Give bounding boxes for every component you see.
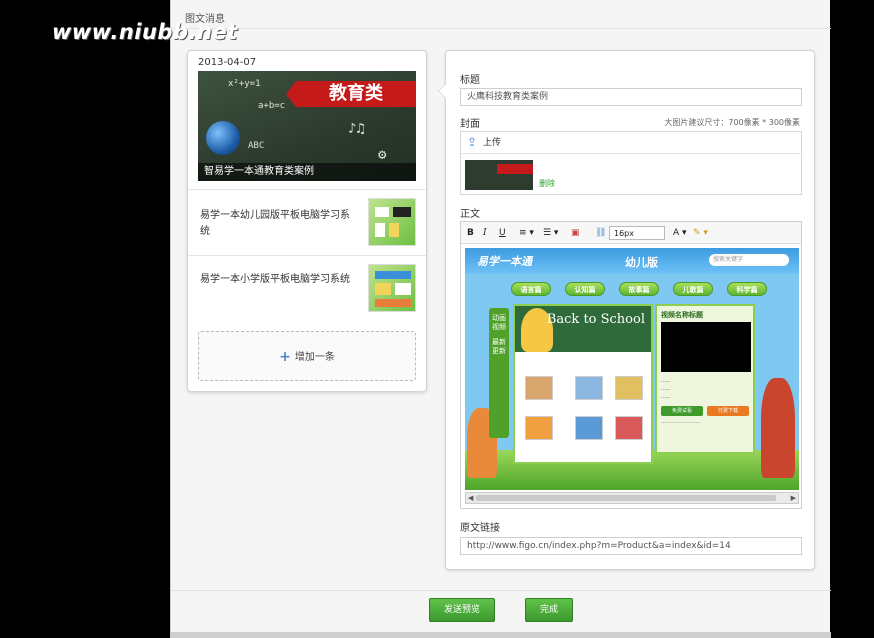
chalk-doodle: a+b=c xyxy=(258,101,286,111)
watermark: www.niubb.net xyxy=(52,20,238,44)
banner-text: Back to School xyxy=(546,312,645,327)
article-date: 2013-04-07 xyxy=(198,57,257,68)
delete-cover-link[interactable]: 删除 xyxy=(539,178,555,189)
list-item[interactable]: 易学一本幼儿园版平板电脑学习系统 xyxy=(188,189,426,255)
send-preview-button[interactable]: 发送预览 xyxy=(429,598,495,622)
video-tile xyxy=(575,376,603,400)
site-main-content: Back to School xyxy=(513,304,653,464)
divider xyxy=(171,590,831,591)
embedded-screenshot: 易学一本通 幼儿版 搜索关键字 语言篇 认知篇 故事篇 儿歌篇 科学篇 动画 视频… xyxy=(465,248,799,490)
upload-label: 上传 xyxy=(483,138,502,148)
plus-icon: + xyxy=(279,349,291,365)
link-icon[interactable]: ⛓ xyxy=(595,226,606,240)
ordered-list-button[interactable]: ≡ ▾ xyxy=(519,226,534,240)
gear-icon: ⚙ xyxy=(378,147,387,163)
unordered-list-button[interactable]: ☰ ▾ xyxy=(543,226,558,240)
cover-caption: 智易学一本通教育类案例 xyxy=(198,163,416,181)
nav-pill: 儿歌篇 xyxy=(673,282,713,296)
title-input[interactable]: 火鹰科技教育类案例 xyxy=(460,88,802,106)
scroll-right-icon[interactable]: ▶ xyxy=(791,493,796,503)
scroll-left-icon[interactable]: ◀ xyxy=(468,493,473,503)
font-size-select[interactable]: 16px xyxy=(609,226,665,240)
site-search-input: 搜索关键字 xyxy=(709,254,789,266)
body-label: 正文 xyxy=(460,209,480,220)
title-label: 标题 xyxy=(460,75,480,86)
nav-pill: 故事篇 xyxy=(619,282,659,296)
upload-icon: ⇪ xyxy=(466,135,478,149)
divider xyxy=(171,28,831,29)
category-ribbon: 教育类 xyxy=(286,81,416,107)
list-item-title: 易学一本幼儿园版平板电脑学习系统 xyxy=(200,210,350,237)
editor-toolbar: B I U ≡ ▾ ☰ ▾ ▣ ⛓ 16px A ▾ ✎ ▾ xyxy=(461,222,801,244)
back-to-school-banner: Back to School xyxy=(515,306,651,352)
add-article-button[interactable]: + 增加一条 xyxy=(198,331,416,381)
bold-button[interactable]: B xyxy=(467,226,474,240)
add-article-label: 增加一条 xyxy=(294,352,335,363)
cover-size-hint: 大图片建议尺寸：700像素 * 300像素 xyxy=(664,118,800,127)
site-header: 易学一本通 幼儿版 搜索关键字 xyxy=(465,248,799,274)
video-meta: ······ ······ ······ xyxy=(661,379,671,401)
rich-text-editor[interactable]: B I U ≡ ▾ ☰ ▾ ▣ ⛓ 16px A ▾ ✎ ▾ 易学一本通 幼儿版… xyxy=(460,221,802,509)
nav-pill: 认知篇 xyxy=(565,282,605,296)
video-tile xyxy=(525,376,553,400)
video-tile xyxy=(575,416,603,440)
site-sidebar: 动画 视频 最新 更新 xyxy=(489,308,509,438)
video-tile xyxy=(615,376,643,400)
nav-pill: 科学篇 xyxy=(727,282,767,296)
italic-button[interactable]: I xyxy=(483,226,487,240)
done-button[interactable]: 完成 xyxy=(525,598,573,622)
list-item-thumbnail xyxy=(368,198,416,246)
article-edit-panel: 标题 火鹰科技教育类案例 封面 大图片建议尺寸：700像素 * 300像素 ⇪ … xyxy=(438,50,815,570)
underline-button[interactable]: U xyxy=(499,226,506,240)
chalk-doodle: ABC xyxy=(248,141,265,151)
cartoon-character xyxy=(761,378,795,478)
site-version: 幼儿版 xyxy=(625,256,658,269)
image-icon[interactable]: ▣ xyxy=(571,226,580,240)
list-item-title: 易学一本小学版平板电脑学习系统 xyxy=(200,274,350,285)
site-logo: 易学一本通 xyxy=(477,255,532,268)
frame-bottom-bar xyxy=(171,632,831,638)
article-list-panel: 2013-04-07 x²+y=1 a+b=c ABC ♪♫ ⚙ 教育类 智易学… xyxy=(187,50,427,392)
source-link-input[interactable]: http://www.figo.cn/index.php?m=Product&a… xyxy=(460,537,802,555)
scrollbar-thumb[interactable] xyxy=(476,495,776,501)
video-description: ························· xyxy=(661,420,701,426)
source-link-label: 原文链接 xyxy=(460,523,500,534)
video-tile xyxy=(525,416,553,440)
site-nav: 语言篇 认知篇 故事篇 儿歌篇 科学篇 xyxy=(465,278,799,300)
cover-thumbnail xyxy=(465,160,533,190)
nav-pill: 语言篇 xyxy=(511,282,551,296)
free-preview-button: 免费试看 xyxy=(661,406,703,416)
upload-button[interactable]: ⇪ 上传 xyxy=(461,132,801,154)
cover-upload-area: ⇪ 上传 删除 xyxy=(460,131,802,195)
video-player xyxy=(661,322,751,372)
highlight-button[interactable]: ✎ ▾ xyxy=(693,226,708,240)
video-detail-box: 视频名称标题 ······ ······ ······ 免费试看 付费下载 ····… xyxy=(655,304,755,454)
cover-label: 封面 xyxy=(460,119,480,130)
editor-horizontal-scrollbar[interactable]: ◀ ▶ xyxy=(465,492,799,504)
chalk-doodle: x²+y=1 xyxy=(228,79,261,89)
globe-icon xyxy=(206,121,240,155)
video-title: 视频名称标题 xyxy=(661,311,703,319)
main-article-cover[interactable]: x²+y=1 a+b=c ABC ♪♫ ⚙ 教育类 智易学一本通教育类案例 xyxy=(198,71,416,181)
paid-download-button: 付费下载 xyxy=(707,406,749,416)
list-item[interactable]: 易学一本小学版平板电脑学习系统 xyxy=(188,255,426,321)
message-editor-frame: 图文消息 2013-04-07 x²+y=1 a+b=c ABC ♪♫ ⚙ 教育… xyxy=(170,0,831,638)
music-note-icon: ♪♫ xyxy=(348,121,365,137)
video-tile xyxy=(615,416,643,440)
list-item-thumbnail xyxy=(368,264,416,312)
font-color-button[interactable]: A ▾ xyxy=(673,226,687,240)
